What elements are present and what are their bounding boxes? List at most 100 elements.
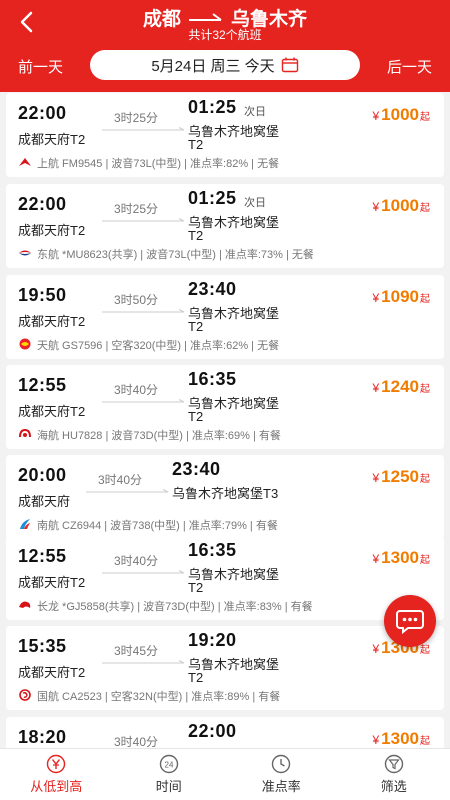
filter-icon: [384, 754, 403, 774]
arrival-terminal: T2: [188, 228, 204, 243]
departure-airport: 成都天府T2: [18, 665, 86, 680]
arrival-terminal: T2: [188, 670, 204, 685]
chat-icon: [396, 610, 424, 634]
arrival-time: 16:35: [188, 540, 237, 560]
duration-line: [102, 399, 185, 403]
price-currency: ¥: [372, 471, 380, 485]
flight-info: 长龙 *GJ5858(共享) | 波音73D(中型) | 准点率:83% | 有…: [18, 598, 313, 614]
flight-card[interactable]: 22:00 3时25分 01:25 次日 成都天府T2 乌鲁木齐地窝堡 T2 ¥1000起 东航…: [6, 184, 444, 268]
svg-text:24: 24: [164, 761, 173, 770]
next-day-flag: 次日: [244, 197, 266, 209]
prev-day-button[interactable]: 前一天: [18, 56, 63, 77]
header: 成都 乌鲁木齐 共计32个航班 前一天 5月24日 周三 今天 后一天: [0, 0, 450, 92]
flight-info-text: 海航 HU7828 | 波音73D(中型) | 准点率:69% | 有餐: [37, 430, 281, 442]
filter-tab[interactable]: 筛选: [338, 749, 450, 800]
duration-line: [102, 660, 185, 664]
flight-duration: 3时25分: [114, 111, 159, 125]
flight-card[interactable]: 20:00 3时40分 23:40 成都天府 乌鲁木齐地窝堡T3 ¥1250起 南航 CZ6…: [6, 455, 444, 539]
duration-line: [102, 127, 185, 131]
arrival-terminal: T2: [188, 409, 204, 424]
departure-time: 22:00: [18, 194, 67, 214]
flight-duration: 3时25分: [114, 202, 159, 216]
flight-duration: 3时40分: [98, 473, 143, 487]
date-bar: 前一天 5月24日 周三 今天 后一天: [0, 50, 450, 84]
route-arrow-icon: [189, 12, 222, 21]
sort-time-tab[interactable]: 24 时间: [113, 749, 226, 800]
departure-airport: 成都天府T2: [18, 223, 86, 238]
arrival-time: 19:20: [188, 630, 237, 650]
flight-card[interactable]: 12:55 3时40分 16:35 成都天府T2 乌鲁木齐地窝堡 T2 ¥1300起 长龙 *…: [6, 536, 444, 620]
flight-duration: 3时50分: [114, 293, 159, 307]
price-currency: ¥: [372, 733, 380, 747]
tab-label: 筛选: [380, 779, 407, 794]
departure-airport: 成都天府T2: [18, 575, 86, 590]
flight-info-text: 南航 CZ6944 | 波音738(中型) | 准点率:79% | 有餐: [37, 520, 278, 532]
tab-label: 从低到高: [30, 779, 83, 794]
date-picker[interactable]: 5月24日 周三 今天: [90, 50, 360, 80]
clock-24-icon: 24: [159, 754, 178, 774]
departure-time: 12:55: [18, 375, 67, 395]
price-suffix: 起: [420, 736, 430, 747]
price-suffix: 起: [420, 294, 430, 305]
departure-airport: 成都天府T2: [18, 132, 86, 147]
flight-info-text: 国航 CA2523 | 空客32N(中型) | 准点率:89% | 有餐: [37, 691, 281, 703]
arrival-time: 01:25: [188, 97, 237, 117]
flight-info: 国航 CA2523 | 空客32N(中型) | 准点率:89% | 有餐: [18, 688, 280, 704]
date-text: 5月24日 周三 今天: [151, 57, 275, 75]
flight-info-text: 上航 FM9545 | 波音73L(中型) | 准点率:82% | 无餐: [37, 158, 280, 170]
price-suffix: 起: [420, 112, 430, 123]
price: ¥1300起: [372, 729, 430, 748]
arrival-time: 16:35: [188, 369, 237, 389]
bottom-toolbar: 从低到高 24 时间 准点率 筛选: [0, 748, 450, 800]
flight-card[interactable]: 19:50 3时50分 23:40 成都天府T2 乌鲁木齐地窝堡 T2 ¥1090起 天航 G…: [6, 275, 444, 359]
next-day-button[interactable]: 后一天: [387, 56, 432, 77]
price: ¥1240起: [372, 377, 430, 396]
flight-info: 天航 GS7596 | 空客320(中型) | 准点率:62% | 无餐: [18, 337, 279, 353]
arrival-time: 22:00: [188, 721, 237, 741]
flight-info: 海航 HU7828 | 波音73D(中型) | 准点率:69% | 有餐: [18, 427, 281, 443]
arrival-terminal: T2: [188, 137, 204, 152]
flight-info: 东航 *MU8623(共享) | 波音73L(中型) | 准点率:73% | 无…: [18, 246, 314, 262]
china-southern-logo-icon: [18, 518, 32, 533]
price-currency: ¥: [372, 642, 380, 656]
duration-line: [86, 489, 169, 493]
price-currency: ¥: [372, 200, 380, 214]
price: ¥1250起: [372, 467, 430, 486]
flight-duration: 3时40分: [114, 554, 159, 568]
departure-time: 18:20: [18, 727, 67, 747]
tab-label: 时间: [155, 779, 182, 794]
price: ¥1300起: [372, 548, 430, 567]
arrival-airport: 乌鲁木齐地窝堡: [188, 657, 280, 672]
flight-count: 共计32个航班: [188, 28, 262, 42]
price-suffix: 起: [420, 474, 430, 485]
loong-air-logo-icon: [18, 599, 32, 614]
departure-airport: 成都天府T2: [18, 404, 86, 419]
departure-time: 15:35: [18, 636, 67, 656]
punctuality-icon: [272, 754, 291, 774]
price-suffix: 起: [420, 645, 430, 656]
arrival-airport: 乌鲁木齐地窝堡: [188, 306, 280, 321]
customer-service-button[interactable]: [384, 595, 436, 647]
sort-punctuality-tab[interactable]: 准点率: [225, 749, 338, 800]
flight-card[interactable]: 15:35 3时45分 19:20 成都天府T2 乌鲁木齐地窝堡 T2 ¥1300起 国航 C…: [6, 626, 444, 710]
departure-time: 20:00: [18, 465, 67, 485]
shanghai-airlines-logo-icon: [18, 156, 32, 171]
flight-card[interactable]: 22:00 3时25分 01:25 次日 成都天府T2 乌鲁木齐地窝堡 T2 ¥1000起 上航…: [6, 93, 444, 177]
sort-price-tab[interactable]: 从低到高: [0, 749, 113, 800]
flight-info-text: 天航 GS7596 | 空客320(中型) | 准点率:62% | 无餐: [37, 340, 280, 352]
arrival-time: 01:25: [188, 188, 237, 208]
departure-airport: 成都天府: [18, 494, 71, 509]
calendar-icon: [281, 57, 298, 73]
arrival-airport: 乌鲁木齐地窝堡: [188, 124, 280, 139]
departure-airport: 成都天府T2: [18, 314, 86, 329]
duration-line: [102, 570, 185, 574]
price-currency: ¥: [372, 552, 380, 566]
flight-card[interactable]: 12:55 3时40分 16:35 成都天府T2 乌鲁木齐地窝堡 T2 ¥1240起 海航 H…: [6, 365, 444, 449]
price-suffix: 起: [420, 384, 430, 395]
price: ¥1000起: [372, 105, 430, 124]
flight-info-text: 长龙 *GJ5858(共享) | 波音73D(中型) | 准点率:83% | 有…: [37, 601, 313, 613]
departure-time: 19:50: [18, 285, 67, 305]
price-currency: ¥: [372, 381, 380, 395]
arrival-terminal: T2: [188, 580, 204, 595]
tab-label: 准点率: [261, 779, 301, 794]
